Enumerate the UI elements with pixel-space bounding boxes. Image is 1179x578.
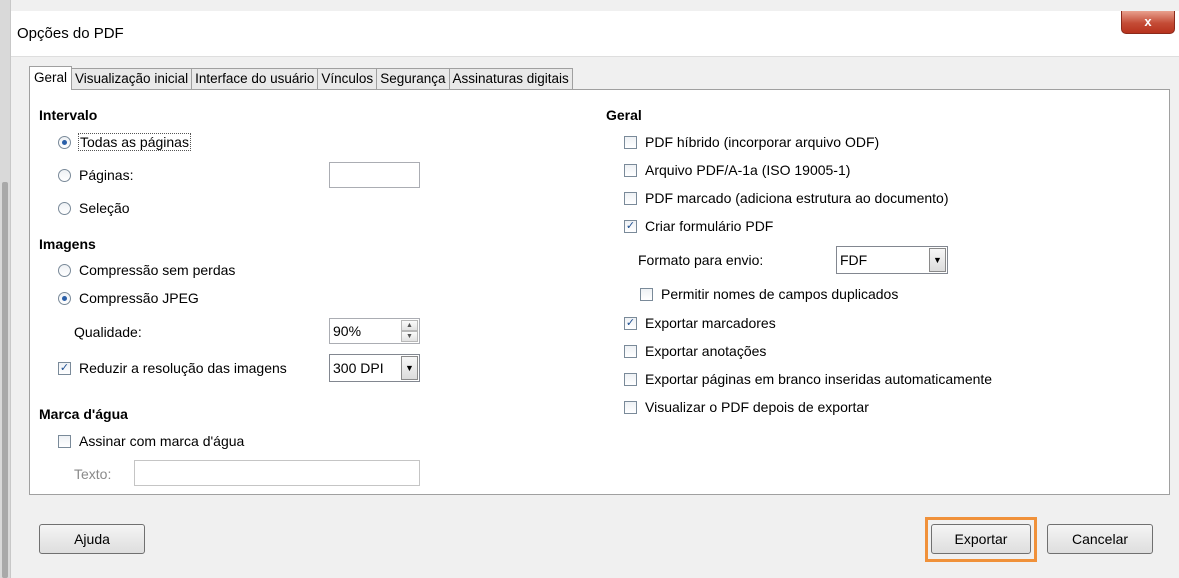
radio-icon — [58, 263, 71, 277]
submit-format-label-text: Formato para envio: — [638, 252, 764, 268]
watermark-section-title: Marca d'água — [39, 406, 128, 422]
tagged-pdf-checkbox[interactable]: PDF marcado (adiciona estrutura ao docum… — [624, 190, 948, 206]
pages-input[interactable] — [329, 162, 420, 188]
tab-general[interactable]: Geral — [29, 66, 73, 90]
reduce-resolution-label: Reduzir a resolução das imagens — [79, 360, 287, 376]
export-comments-label: Exportar anotações — [645, 343, 767, 359]
quality-label-text: Qualidade: — [74, 324, 142, 340]
radio-icon — [58, 201, 71, 215]
reduce-resolution-checkbox[interactable]: ✓ Reduzir a resolução das imagens — [58, 360, 287, 376]
radio-selected-icon — [58, 291, 71, 305]
export-blank-pages-checkbox[interactable]: Exportar páginas em branco inseridas aut… — [624, 371, 992, 387]
quality-label: Qualidade: — [74, 324, 142, 340]
range-section-title: Intervalo — [39, 107, 98, 123]
pdfa-label: Arquivo PDF/A-1a (ISO 19005-1) — [645, 162, 851, 178]
checkbox-icon — [624, 400, 637, 414]
close-button[interactable]: x — [1121, 11, 1175, 34]
hybrid-pdf-label: PDF híbrido (incorporar arquivo ODF) — [645, 134, 880, 150]
view-after-export-checkbox[interactable]: Visualizar o PDF depois de exportar — [624, 399, 869, 415]
export-comments-checkbox[interactable]: Exportar anotações — [624, 343, 766, 359]
watermark-text-label: Texto: — [74, 466, 111, 482]
window-title: Opções do PDF — [17, 25, 124, 42]
pdf-options-dialog: Geral Visualização inicial Interface do … — [11, 58, 1179, 578]
spin-down-icon[interactable]: ▼ — [401, 331, 418, 342]
watermark-label: Assinar com marca d'água — [79, 433, 245, 449]
lossless-radio[interactable]: Compressão sem perdas — [58, 262, 235, 278]
submit-format-label: Formato para envio: — [638, 252, 763, 268]
chevron-down-icon[interactable]: ▼ — [401, 356, 418, 380]
tab-digital-signatures[interactable]: Assinaturas digitais — [448, 68, 573, 90]
checkbox-icon — [624, 135, 637, 149]
create-form-label: Criar formulário PDF — [645, 218, 774, 234]
tab-links[interactable]: Vínculos — [317, 68, 378, 90]
duplicate-fields-checkbox[interactable]: Permitir nomes de campos duplicados — [640, 286, 898, 302]
all-pages-radio[interactable]: Todas as páginas — [58, 133, 191, 151]
checkbox-checked-icon: ✓ — [624, 316, 637, 330]
tab-security[interactable]: Segurança — [376, 68, 450, 90]
checkbox-icon — [624, 163, 637, 177]
tagged-pdf-label: PDF marcado (adiciona estrutura ao docum… — [645, 190, 949, 206]
jpeg-label: Compressão JPEG — [79, 290, 199, 306]
quality-spinner[interactable]: 90% ▲ ▼ — [329, 318, 420, 344]
jpeg-radio[interactable]: Compressão JPEG — [58, 290, 199, 306]
export-bookmarks-checkbox[interactable]: ✓ Exportar marcadores — [624, 315, 776, 331]
close-icon: x — [1144, 14, 1152, 29]
pages-label: Páginas: — [79, 167, 134, 183]
quality-value: 90% — [333, 323, 362, 339]
tab-bar: Geral Visualização inicial Interface do … — [29, 66, 573, 90]
radio-icon — [58, 168, 71, 182]
checkbox-icon — [640, 287, 653, 301]
checkbox-checked-icon: ✓ — [58, 361, 71, 375]
export-bookmarks-label: Exportar marcadores — [645, 315, 776, 331]
submit-format-select[interactable]: FDF ▼ — [836, 246, 948, 274]
selection-radio[interactable]: Seleção — [58, 200, 130, 216]
export-button[interactable]: Exportar — [931, 524, 1031, 554]
spin-up-icon[interactable]: ▲ — [401, 320, 418, 331]
cancel-button[interactable]: Cancelar — [1047, 524, 1153, 554]
pdfa-checkbox[interactable]: Arquivo PDF/A-1a (ISO 19005-1) — [624, 162, 850, 178]
title-bar: Opções do PDF x — [11, 11, 1179, 57]
export-blank-pages-label: Exportar páginas em branco inseridas aut… — [645, 371, 993, 387]
selection-label: Seleção — [79, 200, 130, 216]
tab-initial-view[interactable]: Visualização inicial — [71, 68, 193, 90]
watermark-text-input[interactable] — [134, 460, 420, 486]
general-section-title: Geral — [606, 107, 642, 123]
duplicate-fields-label: Permitir nomes de campos duplicados — [661, 286, 899, 302]
checkbox-icon — [58, 434, 71, 448]
checkbox-icon — [624, 191, 637, 205]
tab-user-interface[interactable]: Interface do usuário — [191, 68, 319, 90]
pages-radio[interactable]: Páginas: — [58, 167, 133, 183]
images-section-title: Imagens — [39, 236, 96, 252]
all-pages-label: Todas as páginas — [78, 133, 191, 151]
create-form-checkbox[interactable]: ✓ Criar formulário PDF — [624, 218, 773, 234]
hybrid-pdf-checkbox[interactable]: PDF híbrido (incorporar arquivo ODF) — [624, 134, 879, 150]
help-button[interactable]: Ajuda — [39, 524, 145, 554]
resolution-value: 300 DPI — [333, 360, 384, 376]
submit-format-value: FDF — [840, 252, 868, 268]
checkbox-icon — [624, 344, 637, 358]
scrollbar-thumb[interactable] — [2, 182, 8, 578]
resolution-select[interactable]: 300 DPI ▼ — [329, 354, 420, 382]
checkbox-icon — [624, 372, 637, 386]
chevron-down-icon[interactable]: ▼ — [929, 248, 946, 272]
checkbox-checked-icon: ✓ — [624, 219, 637, 233]
view-after-export-label: Visualizar o PDF depois de exportar — [645, 399, 869, 415]
watermark-text-label-text: Texto: — [74, 466, 112, 482]
general-tab-panel: Intervalo Todas as páginas Páginas: Sele… — [29, 89, 1170, 495]
radio-selected-icon — [58, 135, 71, 149]
lossless-label: Compressão sem perdas — [79, 262, 236, 278]
background-scrollbar — [0, 0, 11, 578]
watermark-checkbox[interactable]: Assinar com marca d'água — [58, 433, 244, 449]
